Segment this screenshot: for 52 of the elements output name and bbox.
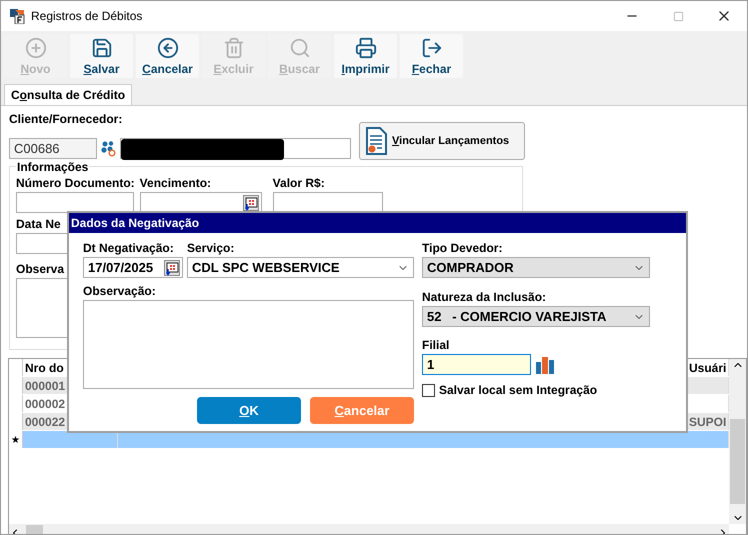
printer-icon bbox=[354, 37, 376, 59]
field-label: Número Documento: bbox=[16, 176, 135, 190]
field-label: Serviço: bbox=[187, 241, 234, 255]
field-label: Dt Negativação: bbox=[83, 241, 174, 255]
date-field[interactable]: 17/07/2025 bbox=[83, 257, 183, 278]
notes-field[interactable] bbox=[83, 300, 414, 389]
service-dropdown[interactable]: CDL SPC WEBSERVICE bbox=[187, 257, 414, 278]
trash-icon bbox=[222, 37, 244, 59]
value-field[interactable] bbox=[272, 192, 383, 213]
field-label: Cliente/Fornecedor: bbox=[9, 112, 122, 126]
due-date-field[interactable] bbox=[140, 192, 262, 213]
calendar-icon[interactable] bbox=[242, 195, 259, 211]
field-label: Valor R$: bbox=[272, 176, 325, 190]
field-label: Filial bbox=[422, 338, 450, 352]
field-label: Observa bbox=[16, 262, 64, 276]
scrollbar-thumb[interactable] bbox=[730, 419, 745, 504]
search-icon bbox=[288, 37, 310, 59]
field-label: Vencimento: bbox=[140, 176, 212, 190]
group-title: Informações bbox=[16, 160, 90, 174]
client-name-field[interactable] bbox=[120, 138, 351, 158]
app-logo-icon bbox=[9, 8, 25, 24]
window-title: Registros de Débitos bbox=[31, 9, 142, 23]
calendar-icon[interactable] bbox=[164, 260, 180, 276]
plus-circle-icon bbox=[24, 37, 46, 59]
document-icon bbox=[365, 127, 387, 155]
link-entries-button[interactable]: Vincular Lançamentos bbox=[359, 122, 525, 160]
field-label: Observação: bbox=[83, 284, 156, 298]
ok-button[interactable]: OK bbox=[197, 397, 301, 424]
tab[interactable]: Consulta de Crédito bbox=[4, 84, 132, 105]
client-code-field[interactable]: C00686 bbox=[9, 138, 97, 158]
field-label: Data Ne bbox=[16, 217, 61, 231]
column-header[interactable]: Usuári bbox=[687, 359, 729, 376]
grid-row[interactable]: ★ bbox=[9, 431, 729, 449]
toolbar-button[interactable]: Fechar bbox=[400, 34, 463, 78]
checkbox[interactable] bbox=[422, 384, 435, 396]
dialog-title: Dados da Negativação bbox=[69, 213, 686, 233]
toolbar-button[interactable]: Cancelar bbox=[136, 34, 199, 78]
people-icon[interactable] bbox=[100, 140, 117, 156]
branch-field[interactable]: 1 bbox=[422, 354, 531, 375]
debtor-type-dropdown[interactable]: COMPRADOR bbox=[422, 257, 650, 278]
toolbar-button[interactable]: Salvar bbox=[70, 34, 133, 78]
toolbar-button[interactable]: Imprimir bbox=[334, 34, 397, 78]
field-label: Tipo Devedor: bbox=[422, 241, 502, 255]
exit-door-icon bbox=[420, 37, 442, 59]
maximize-icon bbox=[672, 10, 684, 22]
vertical-scrollbar[interactable] bbox=[729, 359, 746, 524]
field-label: Natureza da Inclusão: bbox=[422, 290, 546, 304]
checkbox-label: Salvar local sem Integração bbox=[439, 383, 598, 397]
document-number-field[interactable] bbox=[16, 192, 134, 213]
new-row-marker: ★ bbox=[11, 434, 20, 446]
nature-dropdown[interactable]: 52 - COMERCIO VAREJISTA bbox=[422, 306, 650, 327]
buildings-icon[interactable] bbox=[535, 354, 555, 374]
